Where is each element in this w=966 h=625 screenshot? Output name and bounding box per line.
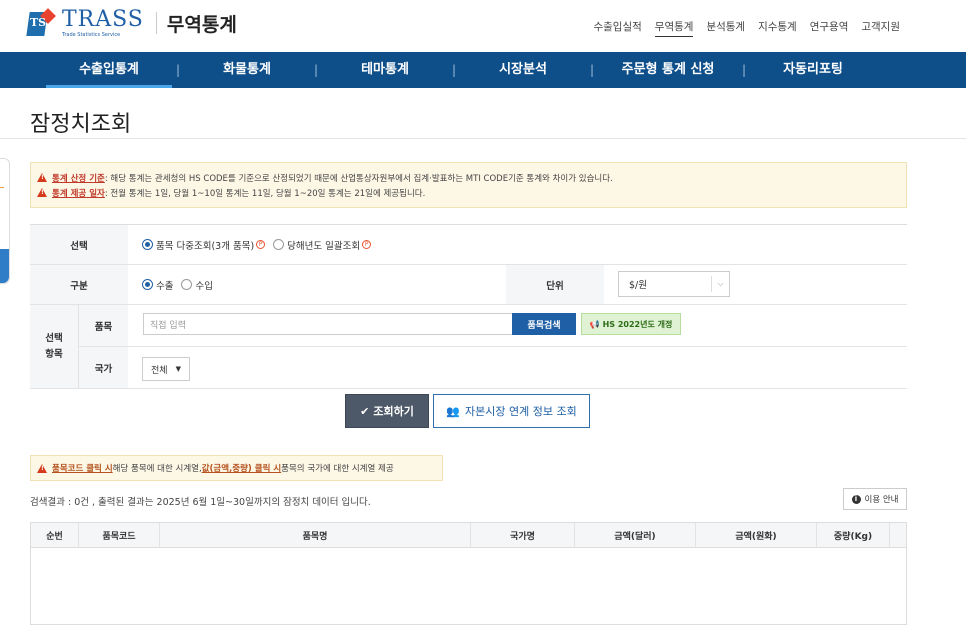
- users-icon: 👥: [446, 404, 460, 418]
- nav-custom-request[interactable]: 주문형 통계 신청: [598, 52, 738, 88]
- col-seq: 순번: [31, 523, 79, 547]
- notice-click-hint: 품목코드 클릭 시 해당 품목에 대한 시계열, 값(금액,중량) 클릭 시 품…: [30, 455, 443, 481]
- unit-label: 단위: [506, 265, 604, 304]
- warning-icon: [37, 463, 47, 473]
- notice-text-criteria: : 해당 통계는 관세청의 HS CODE를 기준으로 산정되었기 때문에 산업…: [104, 173, 613, 184]
- util-link-index[interactable]: 지수통계: [758, 19, 797, 37]
- nav-market[interactable]: 시장분석: [460, 52, 586, 88]
- search-form: 선택 품목 다중조회(3개 품목) P 당해년도 일괄조회 P 구분 수출 수입 단…: [30, 224, 907, 389]
- logo-text: TRASS: [62, 6, 144, 32]
- notice-box: 통계 산정 기준 : 해당 통계는 관세청의 HS CODE를 기준으로 산정되…: [30, 162, 907, 208]
- util-link-export-import[interactable]: 수출입실적: [593, 19, 641, 37]
- check-icon: ✔: [360, 404, 370, 418]
- util-link-support[interactable]: 고객지원: [861, 19, 900, 37]
- select-label: 선택: [30, 225, 128, 264]
- item-search-button[interactable]: 품목검색: [512, 313, 576, 335]
- trass-logo-icon: TS: [26, 8, 58, 38]
- info-p-icon[interactable]: P: [362, 240, 372, 249]
- megaphone-icon: 📢: [589, 319, 600, 329]
- notice-text-date: : 전월 통계는 1일, 당월 1~10일 통계는 11일, 당월 1~20일 …: [104, 188, 426, 199]
- radio-export[interactable]: 수출: [142, 278, 173, 292]
- item-input[interactable]: 직접 입력: [143, 313, 543, 335]
- type-label: 구분: [30, 265, 128, 304]
- warning-icon: [37, 188, 47, 197]
- info-icon: i: [851, 494, 861, 504]
- notice-label-date: 통계 제공 일자: [52, 188, 105, 199]
- util-link-analysis[interactable]: 분석통계: [706, 19, 745, 37]
- results-table: 순번 품목코드 품목명 국가명 금액(달러) 금액(원화) 중량(Kg): [30, 522, 907, 625]
- table-header: 순번 품목코드 품목명 국가명 금액(달러) 금액(원화) 중량(Kg): [31, 523, 906, 548]
- nav-cargo[interactable]: 화물통계: [184, 52, 310, 88]
- item-label: 품목: [78, 305, 128, 346]
- side-tab[interactable]: [0, 158, 10, 284]
- main-nav: 수출입통계 | 화물통계 | 테마통계 | 시장분석 | 주문형 통계 신청 |…: [0, 52, 966, 88]
- nav-theme[interactable]: 테마통계: [322, 52, 448, 88]
- nav-auto-report[interactable]: 자동리포팅: [750, 52, 876, 88]
- col-amount-krw: 금액(원화): [696, 523, 817, 547]
- page-title: 잠정치조회: [30, 112, 132, 137]
- result-summary: 검색결과 : 0건 , 출력된 결과는 2025년 6월 1일~30일까지의 잠…: [30, 497, 371, 508]
- capital-market-button[interactable]: 👥 자본시장 연계 정보 조회: [433, 394, 590, 428]
- util-link-trade-stats[interactable]: 무역통계: [654, 19, 694, 37]
- radio-year-bulk[interactable]: 당해년도 일괄조회 P: [273, 238, 372, 252]
- warning-icon: [37, 173, 47, 182]
- logo-subtext: Trade Statistics Service: [62, 31, 121, 38]
- site-logo[interactable]: TS TRASS Trade Statistics Service 무역통계: [26, 6, 237, 40]
- top-header: TS TRASS Trade Statistics Service 무역통계 수…: [0, 0, 966, 50]
- unit-select[interactable]: $/원 ⌵: [618, 271, 730, 297]
- selection-group-label: 선택 항목: [30, 305, 78, 388]
- nav-export-import[interactable]: 수출입통계: [46, 52, 172, 88]
- notice-label-criteria: 통계 산정 기준: [52, 173, 105, 184]
- usage-guide-button[interactable]: i 이용 안내: [843, 488, 907, 510]
- info-p-icon[interactable]: P: [256, 240, 266, 249]
- col-item-name: 품목명: [160, 523, 471, 547]
- col-item-code: 품목코드: [79, 523, 160, 547]
- col-country: 국가명: [471, 523, 575, 547]
- country-label: 국가: [78, 347, 128, 388]
- utility-nav: 수출입실적 무역통계 분석통계 지수통계 연구용역 고객지원: [580, 19, 900, 37]
- util-link-research[interactable]: 연구용역: [810, 19, 849, 37]
- radio-import[interactable]: 수입: [181, 278, 213, 292]
- site-title: 무역통계: [166, 13, 237, 36]
- caret-down-icon: ▼: [175, 365, 181, 373]
- search-button[interactable]: ✔ 조회하기: [345, 394, 429, 428]
- hs-2022-button[interactable]: 📢 HS 2022년도 개정: [581, 313, 681, 335]
- col-weight: 중량(Kg): [817, 523, 890, 547]
- radio-multi-item[interactable]: 품목 다중조회(3개 품목) P: [142, 238, 266, 252]
- chevron-down-icon: ⌵: [711, 276, 729, 292]
- col-amount-usd: 금액(달러): [575, 523, 696, 547]
- country-dropdown[interactable]: 전체 ▼: [142, 357, 190, 381]
